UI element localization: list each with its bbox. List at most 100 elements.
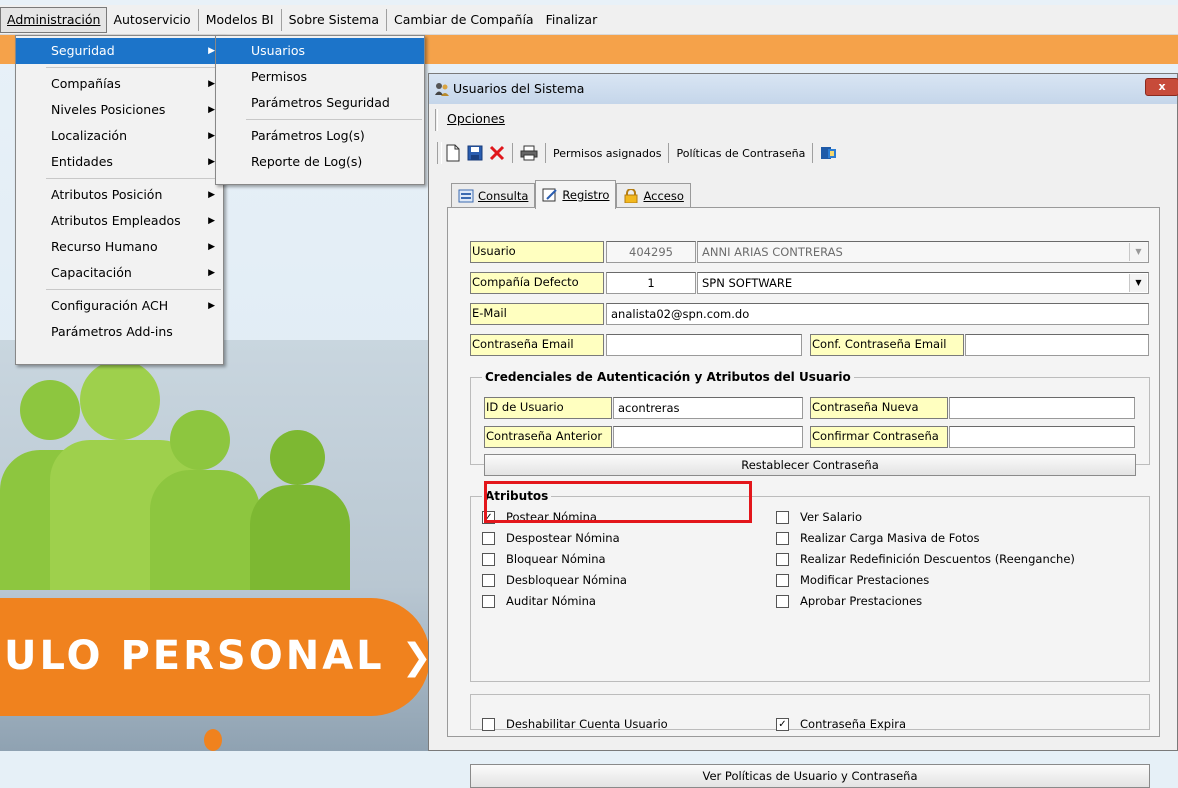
checkbox-box	[776, 510, 789, 524]
checkbox-box	[482, 531, 495, 545]
bloquear-nomina-checkbox[interactable]: Bloquear Nómina	[482, 550, 606, 568]
checkbox-box	[482, 717, 495, 731]
confirmar-contrasena-label: Confirmar Contraseña	[810, 426, 948, 448]
menu-item-parametros-seguridad[interactable]: Parámetros Seguridad	[216, 90, 424, 116]
usuario-label: Usuario	[470, 241, 604, 263]
tab-registro[interactable]: Registro	[535, 180, 617, 209]
exit-icon[interactable]	[817, 141, 841, 165]
redefinicion-descuentos-checkbox[interactable]: Realizar Redefinición Descuentos (Reenga…	[776, 550, 1075, 568]
conf-contrasena-email-field[interactable]	[965, 334, 1149, 356]
auditar-nomina-checkbox[interactable]: Auditar Nómina	[482, 592, 596, 610]
chevron-down-icon[interactable]: ▼	[1129, 274, 1147, 292]
person-figure	[270, 430, 325, 485]
menu-administracion[interactable]: Administración	[0, 6, 108, 33]
permisos-asignados-button[interactable]: Permisos asignados	[550, 141, 664, 165]
toolbar-separator	[812, 143, 814, 163]
usuarios-dialog: Usuarios del Sistema x Opciones Permisos…	[428, 73, 1178, 788]
usuario-code-field[interactable]: 404295	[606, 241, 696, 263]
delete-icon[interactable]	[486, 141, 508, 165]
menu-item-niveles-posiciones[interactable]: Niveles Posiciones ▶	[16, 97, 223, 123]
menu-separator	[386, 8, 388, 31]
menu-finalizar[interactable]: Finalizar	[540, 8, 604, 32]
administracion-menu: Seguridad ▶ Compañías ▶ Niveles Posiciones…	[15, 35, 224, 365]
save-icon[interactable]	[464, 141, 486, 165]
carga-masiva-fotos-checkbox[interactable]: Realizar Carga Masiva de Fotos	[776, 529, 980, 547]
menu-item-configuracion-ach[interactable]: Configuración ACH ▶	[16, 293, 223, 319]
person-figure	[80, 360, 160, 440]
menu-cambiar-compania[interactable]: Cambiar de Compañía	[388, 8, 540, 32]
new-document-icon[interactable]	[442, 141, 464, 165]
checkbox-box	[776, 531, 789, 545]
compania-name-combo[interactable]: SPN SOFTWARE ▼	[697, 272, 1149, 294]
menu-item-atributos-posicion[interactable]: Atributos Posición ▶	[16, 182, 223, 208]
close-button[interactable]: x	[1145, 78, 1178, 96]
menu-item-recurso-humano[interactable]: Recurso Humano ▶	[16, 234, 223, 260]
menu-item-seguridad[interactable]: Seguridad ▶	[16, 38, 223, 64]
menu-item-companias[interactable]: Compañías ▶	[16, 71, 223, 97]
menu-item-permisos[interactable]: Permisos	[216, 64, 424, 90]
menu-separator	[46, 178, 221, 179]
checkbox-box	[482, 552, 495, 566]
menu-item-capacitacion[interactable]: Capacitación ▶	[16, 260, 223, 286]
contrasena-nueva-field[interactable]	[949, 397, 1135, 419]
usuario-name-combo[interactable]: ANNI ARIAS CONTRERAS ▼	[697, 241, 1149, 263]
seguridad-submenu: Usuarios Permisos Parámetros Seguridad P…	[215, 35, 425, 185]
person-figure	[150, 470, 260, 590]
contrasena-email-field[interactable]	[606, 334, 802, 356]
menu-item-entidades[interactable]: Entidades ▶	[16, 149, 223, 175]
contrasena-expira-checkbox[interactable]: ✓ Contraseña Expira	[776, 715, 906, 733]
menu-item-reporte-logs[interactable]: Reporte de Log(s)	[216, 149, 424, 175]
menu-item-parametros-addins[interactable]: Parámetros Add-ins	[16, 319, 223, 345]
compania-code-field[interactable]: 1	[606, 272, 696, 294]
chevron-down-icon[interactable]: ▼	[1129, 243, 1147, 261]
checkbox-box	[776, 594, 789, 608]
tab-consulta[interactable]: Consulta	[451, 183, 536, 208]
email-field[interactable]: analista02@spn.com.do	[606, 303, 1149, 325]
toolbar-separator	[668, 143, 670, 163]
credenciales-group	[470, 377, 1150, 465]
email-label: E-Mail	[470, 303, 604, 325]
checkbox-box	[482, 573, 495, 587]
menu-autoservicio[interactable]: Autoservicio	[107, 8, 196, 32]
despostear-nomina-checkbox[interactable]: Despostear Nómina	[482, 529, 620, 547]
person-figure	[20, 380, 80, 440]
modificar-prestaciones-checkbox[interactable]: Modificar Prestaciones	[776, 571, 929, 589]
credenciales-title: Credenciales de Autenticación y Atributo…	[482, 370, 854, 384]
toolbar: Permisos asignados Políticas de Contrase…	[437, 139, 841, 167]
toolbar-separator	[545, 143, 546, 163]
tab-strip: Consulta Registro Acceso	[451, 180, 691, 209]
politicas-contrasena-button[interactable]: Políticas de Contraseña	[673, 141, 808, 165]
registro-panel: Usuario 404295 ANNI ARIAS CONTRERAS ▼ Com…	[447, 207, 1160, 788]
consulta-icon	[458, 189, 474, 203]
menu-separator	[246, 119, 422, 120]
confirmar-contrasena-field[interactable]	[949, 426, 1135, 448]
ver-salario-checkbox[interactable]: Ver Salario	[776, 508, 862, 526]
contrasena-anterior-field[interactable]	[613, 426, 803, 448]
registro-icon	[542, 188, 558, 202]
menu-sobre-sistema[interactable]: Sobre Sistema	[283, 8, 385, 32]
menu-separator	[197, 8, 199, 31]
banner-text: ULO PERSONAL ❯	[4, 633, 435, 679]
aprobar-prestaciones-checkbox[interactable]: Aprobar Prestaciones	[776, 592, 922, 610]
tab-acceso[interactable]: Acceso	[616, 183, 691, 208]
ver-politicas-button[interactable]: Ver Políticas de Usuario y Contraseña	[470, 764, 1150, 788]
lock-icon	[624, 189, 638, 203]
deshabilitar-cuenta-checkbox[interactable]: Deshabilitar Cuenta Usuario	[482, 715, 668, 733]
menu-item-parametros-logs[interactable]: Parámetros Log(s)	[216, 123, 424, 149]
checkbox-box	[482, 594, 495, 608]
dialog-title: Usuarios del Sistema	[453, 81, 585, 96]
menu-opciones[interactable]: Opciones	[447, 111, 505, 126]
menu-modelos-bi[interactable]: Modelos BI	[200, 8, 280, 32]
menu-separator	[46, 289, 221, 290]
menu-item-localizacion[interactable]: Localización ▶	[16, 123, 223, 149]
menu-item-atributos-empleados[interactable]: Atributos Empleados ▶	[16, 208, 223, 234]
id-usuario-field[interactable]: acontreras	[613, 397, 803, 419]
restablecer-contrasena-button[interactable]: Restablecer Contraseña	[484, 454, 1136, 476]
print-icon[interactable]	[517, 141, 541, 165]
dialog-titlebar: Usuarios del Sistema x	[429, 74, 1178, 104]
menu-item-usuarios[interactable]: Usuarios	[216, 38, 424, 64]
menu-grip	[435, 109, 438, 131]
desbloquear-nomina-checkbox[interactable]: Desbloquear Nómina	[482, 571, 627, 589]
contrasena-email-label: Contraseña Email	[470, 334, 604, 356]
contrasena-anterior-label: Contraseña Anterior	[484, 426, 612, 448]
